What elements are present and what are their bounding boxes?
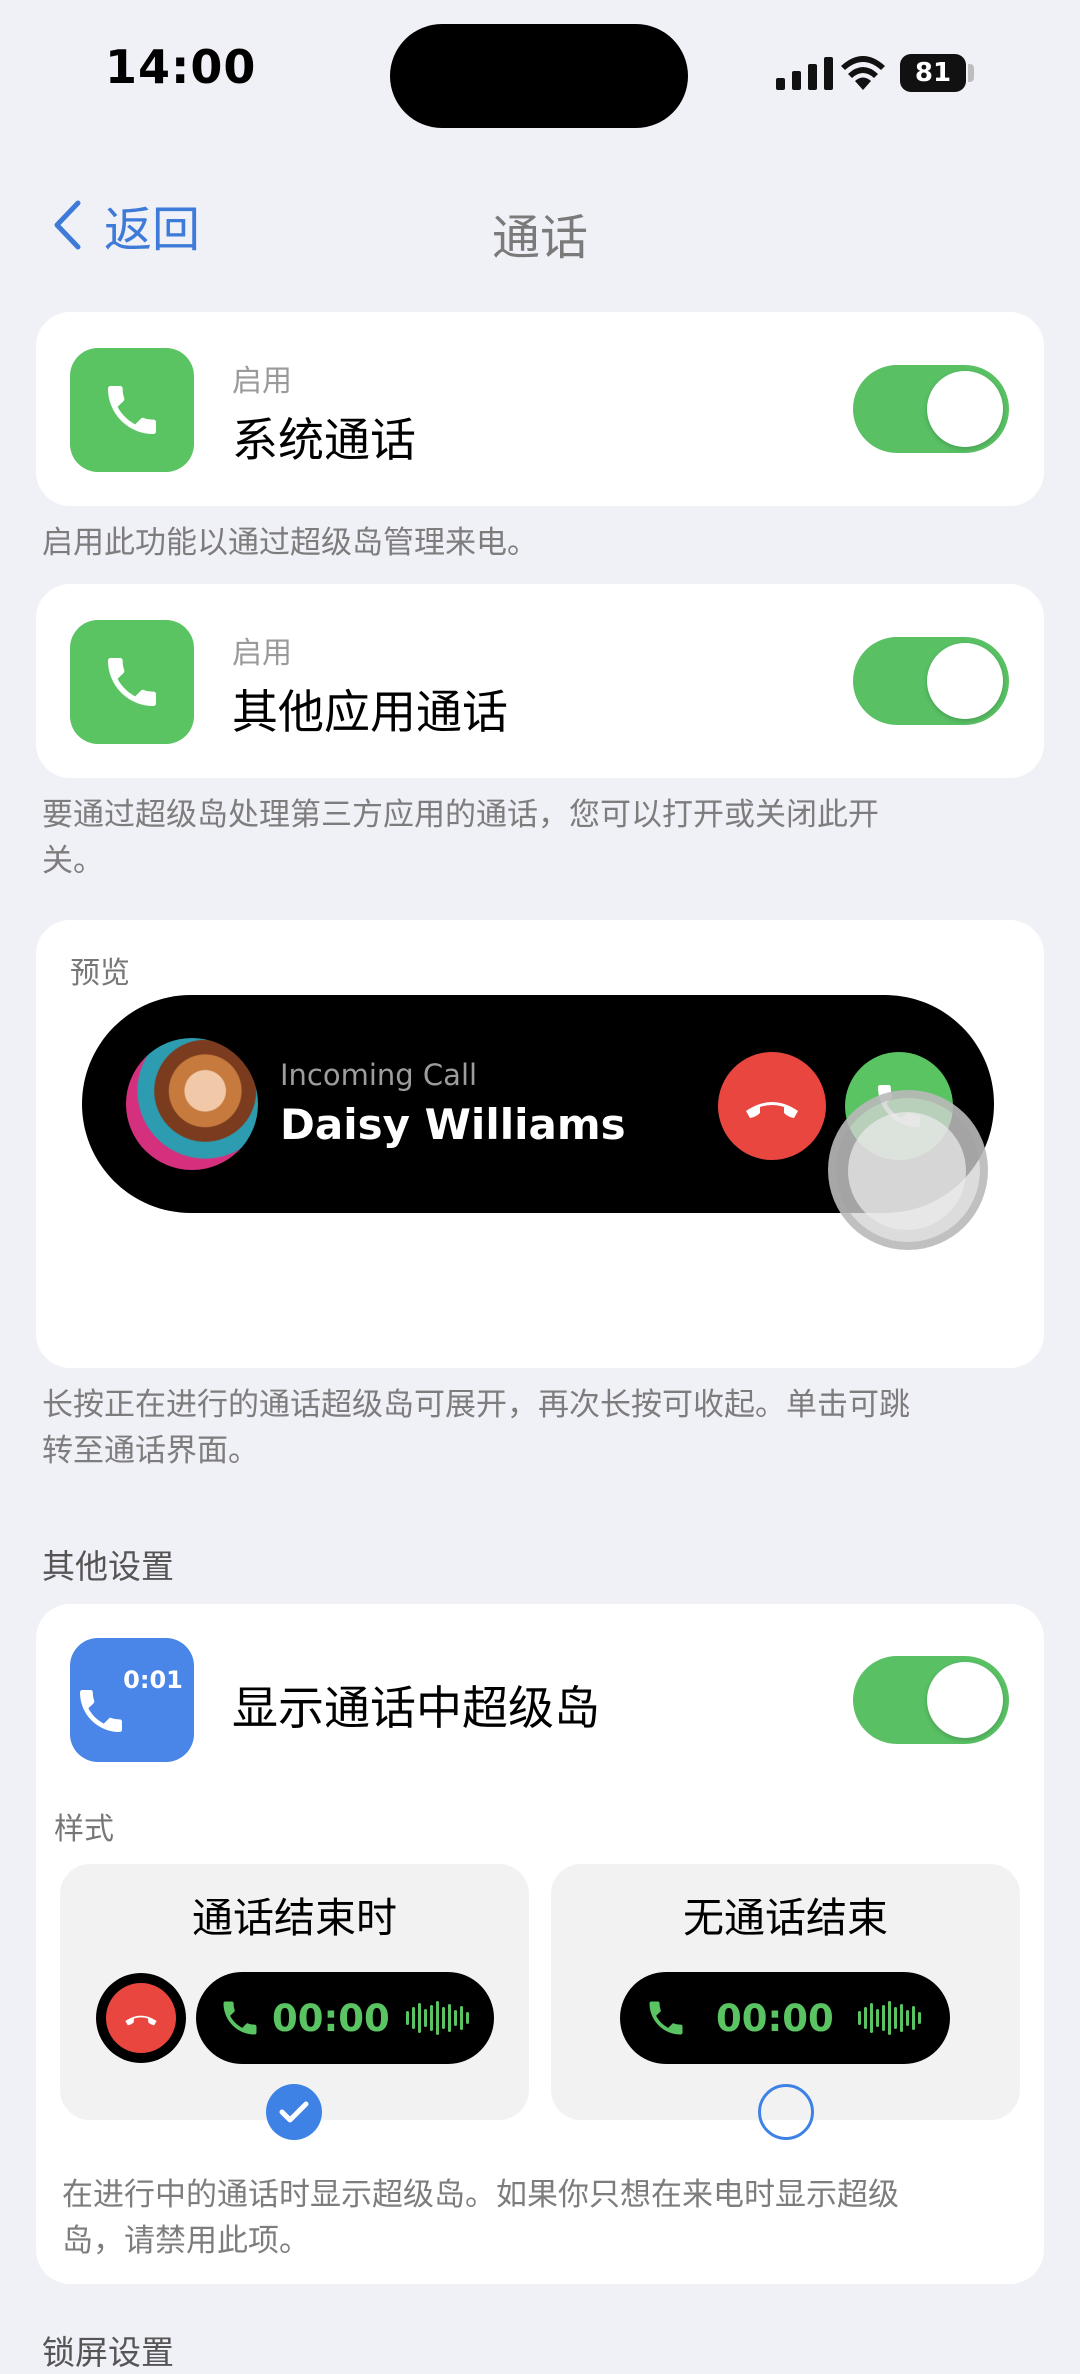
- phone-icon: [649, 2001, 683, 2035]
- other-app-call-description-line2: 关。: [42, 843, 104, 879]
- show-island-toggle[interactable]: [853, 1656, 1009, 1744]
- battery-icon: 81: [900, 54, 966, 92]
- system-call-enabled-label: 启用: [232, 364, 292, 399]
- hangup-icon: [746, 1102, 798, 1118]
- phone-icon: [108, 386, 156, 434]
- caller-name: Daisy Williams: [280, 1100, 626, 1149]
- other-settings-header: 其他设置: [42, 1547, 174, 1586]
- ongoing-call-pill: 00:00: [620, 1972, 950, 2064]
- preview-description-line1: 长按正在进行的通话超级岛可展开，再次长按可收起。单击可跳: [42, 1387, 910, 1423]
- status-time: 14:00: [105, 40, 257, 94]
- system-call-description: 启用此功能以通过超级岛管理来电。: [42, 525, 538, 561]
- cellular-signal-icon: [776, 56, 836, 90]
- phone-app-icon: [70, 620, 194, 744]
- phone-icon: [80, 1690, 123, 1732]
- other-app-call-description-line1: 要通过超级岛处理第三方应用的通话，您可以打开或关闭此开: [42, 797, 879, 833]
- toggle-knob: [927, 1662, 1003, 1738]
- call-timer-app-icon: 0:01: [70, 1638, 194, 1762]
- phone-icon: [108, 658, 156, 706]
- other-app-call-toggle[interactable]: [853, 637, 1009, 725]
- checkmark-icon: [279, 2101, 309, 2123]
- phone-app-icon: [70, 348, 194, 472]
- show-island-label: 显示通话中超级岛: [232, 1681, 600, 1735]
- show-island-description-line1: 在进行中的通话时显示超级岛。如果你只想在来电时显示超级: [62, 2177, 899, 2213]
- style-label: 样式: [54, 1812, 114, 1847]
- caller-avatar: [126, 1038, 258, 1170]
- hangup-circle: [106, 1983, 176, 2053]
- decline-call-button[interactable]: [718, 1052, 826, 1160]
- toggle-knob: [927, 371, 1003, 447]
- preview-label: 预览: [70, 956, 130, 991]
- battery-level: 81: [914, 58, 952, 88]
- back-button[interactable]: 返回: [52, 198, 200, 258]
- hangup-icon: [125, 2015, 157, 2026]
- call-duration: 00:00: [716, 1996, 834, 2040]
- show-island-description-line2: 岛，请禁用此项。: [62, 2223, 310, 2259]
- dynamic-island: [390, 24, 688, 128]
- option-selected-check[interactable]: [266, 2084, 322, 2140]
- ongoing-call-pill: 00:00: [196, 1972, 494, 2064]
- audio-waveform-icon: [857, 2001, 921, 2035]
- battery-tip: [968, 64, 974, 82]
- call-timer-icon-text: 0:01: [123, 1666, 183, 1694]
- end-call-badge: [96, 1973, 186, 2063]
- audio-waveform-icon: [405, 2001, 469, 2035]
- option-unselected-radio[interactable]: [758, 2084, 814, 2140]
- back-label: 返回: [104, 202, 201, 258]
- style-option-title: 通话结束时: [192, 1894, 397, 1942]
- phone-icon: [223, 2001, 257, 2035]
- call-duration: 00:00: [272, 1996, 390, 2040]
- lock-screen-settings-header: 锁屏设置: [42, 2333, 174, 2372]
- incoming-call-label: Incoming Call: [280, 1058, 478, 1092]
- preview-description-line2: 转至通话界面。: [42, 1433, 259, 1469]
- other-app-call-title: 其他应用通话: [232, 685, 508, 739]
- system-call-title: 系统通话: [232, 413, 416, 467]
- system-call-toggle[interactable]: [853, 365, 1009, 453]
- touch-indicator-inner: [848, 1112, 966, 1230]
- other-app-call-enabled-label: 启用: [232, 636, 292, 671]
- toggle-knob: [927, 643, 1003, 719]
- chevron-left-icon: [54, 200, 81, 250]
- wifi-icon: [840, 52, 886, 92]
- style-option-title: 无通话结束: [683, 1894, 888, 1942]
